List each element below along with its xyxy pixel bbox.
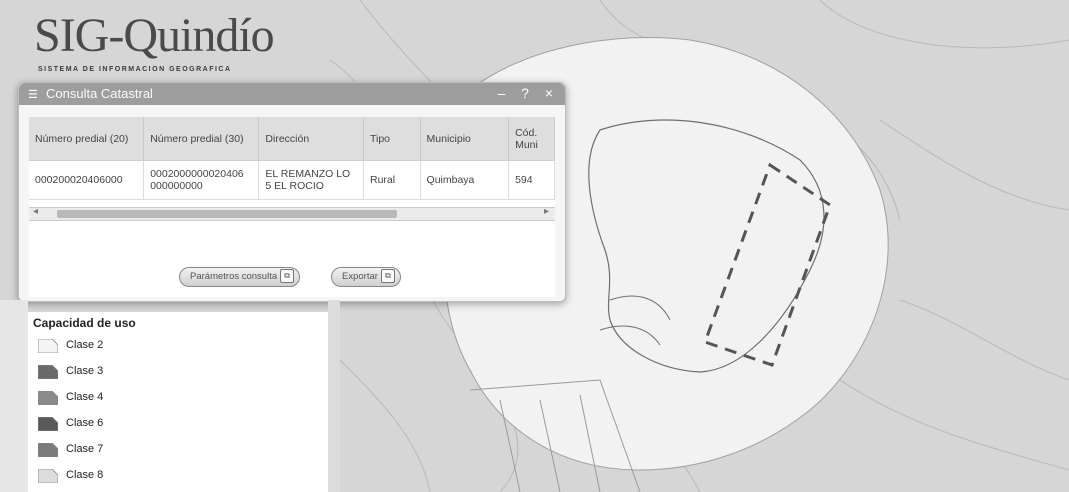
column-header[interactable]: Municipio <box>420 117 510 161</box>
legend-item-label: Clase 2 <box>66 339 104 351</box>
table-cell: Quimbaya <box>420 160 510 200</box>
column-header[interactable]: Tipo <box>363 117 421 161</box>
column-header[interactable]: Número predial (20) <box>29 117 145 161</box>
query-parameters-label: Parámetros consulta <box>190 271 278 282</box>
scroll-right-icon[interactable]: ▸ <box>544 206 549 217</box>
logo-title: SIG-Quindío <box>34 9 275 62</box>
external-window-icon: ⧉ <box>380 269 395 283</box>
column-header[interactable]: Dirección <box>258 117 364 161</box>
results-table: Número predial (20) Número predial (30) … <box>29 117 555 200</box>
dialog-header[interactable]: ☰ Consulta Catastral – ? × <box>19 83 565 105</box>
legend-swatch <box>37 364 59 380</box>
legend-swatch <box>37 338 59 354</box>
app-logo: SIG-Quindío SISTEMA DE INFORMACION GEOGR… <box>22 8 322 88</box>
legend-swatch <box>37 468 59 484</box>
dialog-title: Consulta Catastral <box>46 86 153 101</box>
scroll-left-icon[interactable]: ◂ <box>33 206 38 217</box>
legend-swatch <box>37 390 59 406</box>
table-cell: 000200020406000 <box>29 160 145 200</box>
cadastral-query-dialog: ☰ Consulta Catastral – ? × Número predia… <box>18 82 566 302</box>
export-label: Exportar <box>342 271 378 282</box>
table-cell: Rural <box>363 160 421 200</box>
dialog-menu-icon[interactable]: ☰ <box>28 88 38 101</box>
table-row[interactable]: 000200020406000 0002000000020406 0000000… <box>29 160 555 200</box>
panel-divider[interactable] <box>328 300 340 492</box>
results-panel: Número predial (20) Número predial (30) … <box>29 117 555 297</box>
legend-panel: Capacidad de uso Clase 2 Clase 3 Clase 4… <box>28 312 328 492</box>
table-cell: 0002000000020406 000000000 <box>143 160 260 200</box>
dialog-window-controls[interactable]: – ? × <box>497 85 559 101</box>
table-header-row: Número predial (20) Número predial (30) … <box>29 117 555 161</box>
export-button[interactable]: Exportar ⧉ <box>331 267 401 287</box>
legend-item-label: Clase 8 <box>66 469 104 481</box>
left-panel-edge <box>0 300 28 492</box>
legend-title: Capacidad de uso <box>33 316 136 330</box>
horizontal-scrollbar[interactable]: ◂ ▸ <box>29 206 555 221</box>
legend-item-label: Clase 3 <box>66 365 104 377</box>
legend-item-label: Clase 4 <box>66 391 104 403</box>
table-cell: 594 <box>508 160 555 200</box>
external-window-icon: ⧉ <box>280 269 295 283</box>
legend-item-label: Clase 6 <box>66 417 104 429</box>
scrollbar-thumb[interactable] <box>57 210 397 218</box>
legend-swatch <box>37 416 59 432</box>
column-header[interactable]: Cód. Muni <box>508 117 555 161</box>
legend-swatch <box>37 442 59 458</box>
logo-subtitle: SISTEMA DE INFORMACION GEOGRAFICA <box>38 66 232 73</box>
legend-item-label: Clase 7 <box>66 443 104 455</box>
table-cell: EL REMANZO LO 5 EL ROCIO <box>258 160 364 200</box>
column-header[interactable]: Número predial (30) <box>143 117 260 161</box>
query-parameters-button[interactable]: Parámetros consulta ⧉ <box>179 267 301 287</box>
